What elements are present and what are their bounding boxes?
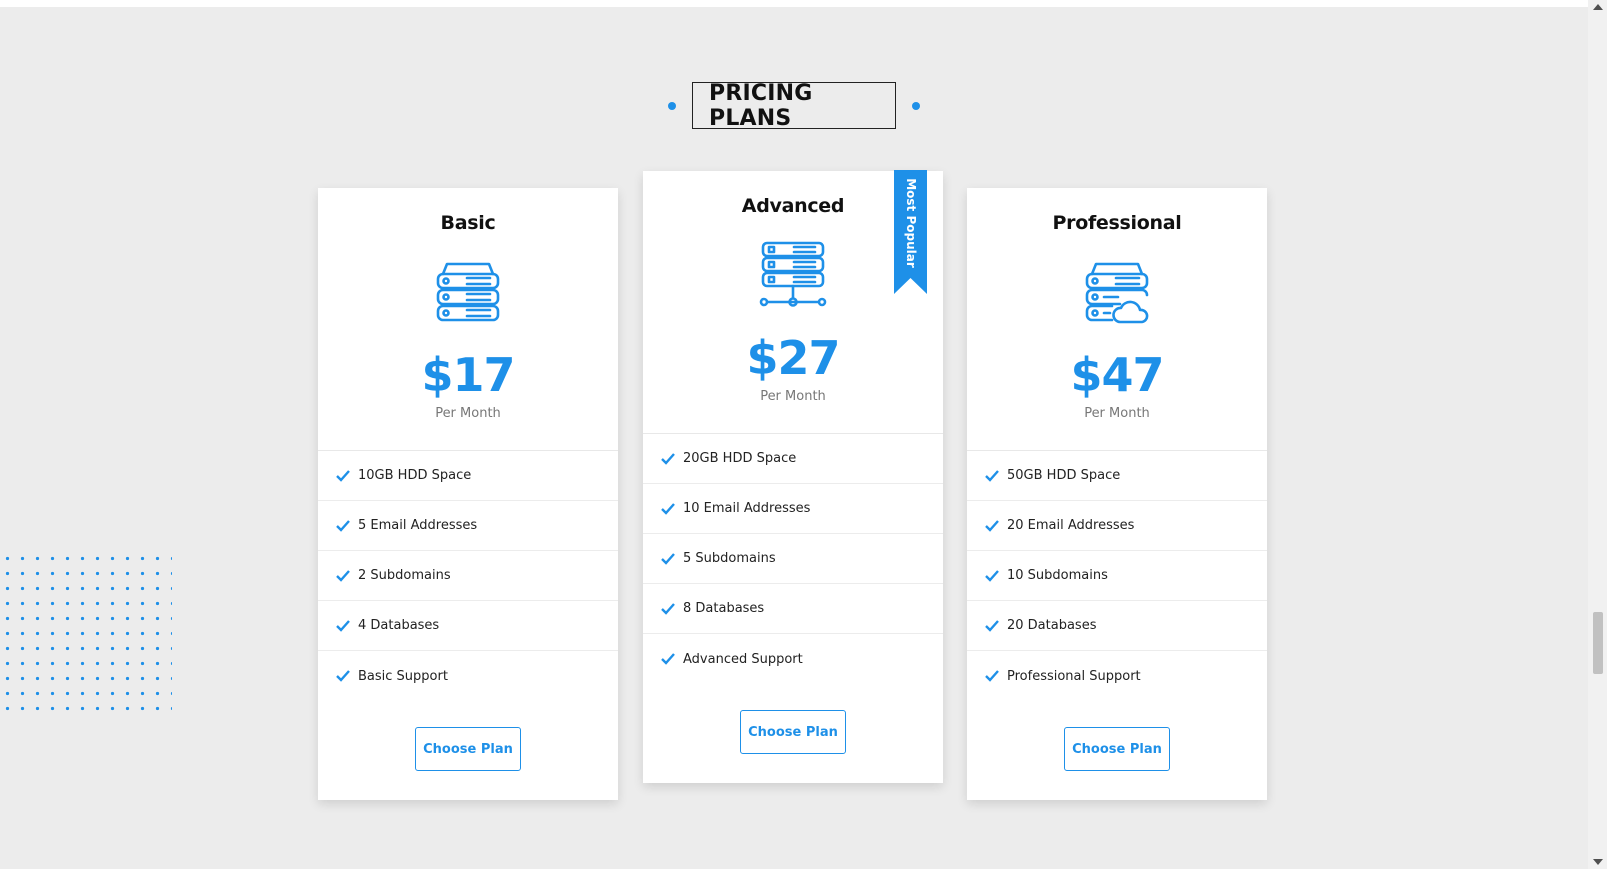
check-icon bbox=[985, 670, 999, 682]
top-strip bbox=[0, 0, 1588, 7]
feature-label: 5 Subdomains bbox=[683, 551, 776, 566]
plan-name: Basic bbox=[440, 212, 496, 234]
feature-item: 5 Email Addresses bbox=[318, 501, 618, 551]
ribbon-label: Most Popular bbox=[903, 178, 918, 268]
ribbon-label-wrap: Most Popular bbox=[894, 178, 927, 268]
feature-label: 4 Databases bbox=[358, 618, 440, 633]
scrollbar-thumb[interactable] bbox=[1593, 612, 1603, 674]
choose-plan-button-advanced[interactable]: Choose Plan bbox=[740, 710, 846, 754]
feature-label: 20 Email Addresses bbox=[1007, 518, 1135, 533]
most-popular-ribbon: Most Popular bbox=[894, 170, 927, 294]
check-icon bbox=[985, 469, 999, 482]
feature-item: Professional Support bbox=[967, 651, 1267, 701]
pricing-card-basic: Basic $17 Per Month 10GB HDD Space 5 Ema… bbox=[318, 188, 618, 800]
pricing-card-professional: Professional $47 Per Month 50GB HDD Spac… bbox=[967, 188, 1267, 800]
feature-item: 20 Email Addresses bbox=[967, 501, 1267, 551]
plan-period: Per Month bbox=[435, 406, 501, 421]
feature-label: Basic Support bbox=[358, 668, 448, 684]
plan-price: $27 bbox=[746, 331, 840, 385]
feature-list: 10GB HDD Space 5 Email Addresses 2 Subdo… bbox=[318, 451, 618, 701]
feature-label: 10 Email Addresses bbox=[683, 501, 811, 516]
title-dot-left bbox=[668, 101, 676, 110]
feature-label: Advanced Support bbox=[683, 651, 803, 667]
card-header: Professional $47 Per Month bbox=[967, 188, 1267, 451]
check-icon bbox=[661, 653, 675, 665]
server-cloud-icon bbox=[1085, 262, 1149, 324]
check-icon bbox=[985, 569, 999, 582]
plan-period: Per Month bbox=[760, 389, 826, 404]
feature-item: 4 Databases bbox=[318, 601, 618, 651]
decorative-dots-pattern bbox=[0, 551, 172, 711]
pricing-card-advanced: Most Popular Advanced $27 Per Month 20GB… bbox=[643, 170, 943, 783]
feature-label: 20 Databases bbox=[1007, 618, 1097, 633]
feature-list: 20GB HDD Space 10 Email Addresses 5 Subd… bbox=[643, 434, 943, 684]
check-icon bbox=[336, 569, 350, 582]
feature-label: 2 Subdomains bbox=[358, 568, 451, 583]
feature-item: 2 Subdomains bbox=[318, 551, 618, 601]
feature-label: 50GB HDD Space bbox=[1007, 468, 1121, 483]
check-icon bbox=[336, 619, 350, 632]
page-scrollbar[interactable] bbox=[1588, 0, 1607, 869]
plan-period: Per Month bbox=[1084, 406, 1150, 421]
check-icon bbox=[661, 602, 675, 615]
server-icon bbox=[436, 262, 500, 322]
check-icon bbox=[336, 469, 350, 482]
feature-item: 8 Databases bbox=[643, 584, 943, 634]
feature-item: 50GB HDD Space bbox=[967, 451, 1267, 501]
feature-item: Basic Support bbox=[318, 651, 618, 701]
check-icon bbox=[661, 552, 675, 565]
choose-plan-button-professional[interactable]: Choose Plan bbox=[1064, 727, 1170, 771]
choose-plan-button-basic[interactable]: Choose Plan bbox=[415, 727, 521, 771]
card-header: Basic $17 Per Month bbox=[318, 188, 618, 451]
check-icon bbox=[336, 670, 350, 682]
feature-item: 20 Databases bbox=[967, 601, 1267, 651]
scroll-up-arrow-icon[interactable] bbox=[1593, 4, 1603, 10]
feature-label: 20GB HDD Space bbox=[683, 451, 797, 466]
section-header: PRICING PLANS bbox=[0, 81, 1588, 131]
check-icon bbox=[985, 519, 999, 532]
feature-item: Advanced Support bbox=[643, 634, 943, 684]
feature-item: 5 Subdomains bbox=[643, 534, 943, 584]
check-icon bbox=[661, 502, 675, 515]
feature-item: 10GB HDD Space bbox=[318, 451, 618, 501]
plan-price: $47 bbox=[1070, 348, 1164, 402]
feature-item: 10 Subdomains bbox=[967, 551, 1267, 601]
feature-label: 5 Email Addresses bbox=[358, 518, 478, 533]
feature-label: 10 Subdomains bbox=[1007, 568, 1108, 583]
feature-label: 10GB HDD Space bbox=[358, 468, 472, 483]
check-icon bbox=[336, 519, 350, 532]
feature-item: 20GB HDD Space bbox=[643, 434, 943, 484]
section-title: PRICING PLANS bbox=[692, 81, 896, 131]
feature-label: Professional Support bbox=[1007, 668, 1141, 684]
check-icon bbox=[661, 452, 675, 465]
feature-item: 10 Email Addresses bbox=[643, 484, 943, 534]
plan-price: $17 bbox=[421, 348, 515, 402]
plan-name: Professional bbox=[1052, 212, 1182, 234]
server-network-icon bbox=[759, 241, 827, 307]
scroll-down-arrow-icon[interactable] bbox=[1593, 859, 1603, 865]
title-dot-right bbox=[912, 101, 920, 110]
feature-label: 8 Databases bbox=[683, 601, 765, 616]
feature-list: 50GB HDD Space 20 Email Addresses 10 Sub… bbox=[967, 451, 1267, 701]
check-icon bbox=[985, 619, 999, 632]
